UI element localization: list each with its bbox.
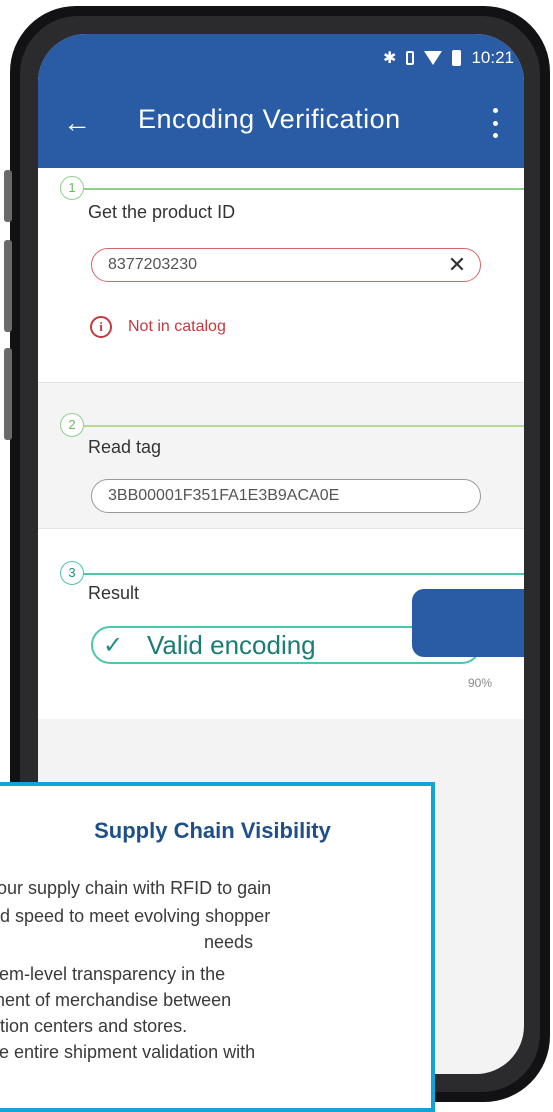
vibrate-icon — [406, 51, 415, 65]
step-3-divider — [78, 573, 524, 575]
panel-line: ution centers and stores. — [0, 1016, 188, 1036]
info-panel: Supply Chain Visibility your supply chai… — [0, 782, 435, 1112]
panel-line: nd speed to meet evolving shopper — [0, 906, 271, 926]
panel-title: Supply Chain Visibility — [94, 818, 331, 843]
status-bar: ✱ 10:21 — [383, 46, 514, 70]
error-message-row: i Not in catalog — [90, 316, 226, 338]
battery-percent: 90% — [468, 676, 493, 690]
panel-line: ve entire shipment validation with — [0, 1042, 256, 1062]
panel-line: item-level transparency in the — [0, 964, 226, 984]
step-2-divider — [78, 425, 524, 427]
step-1-divider — [78, 188, 524, 190]
step-2-section: 2 Read tag — [38, 382, 524, 529]
error-info-icon: i — [90, 316, 112, 338]
app-bar: ✱ 10:21 ← Encoding Verification — [38, 34, 524, 168]
clear-icon[interactable]: ✕ — [446, 251, 468, 279]
panel-line: your supply chain with RFID to gain — [0, 878, 272, 898]
product-id-input[interactable] — [108, 255, 428, 275]
step-2-number: 2 — [60, 413, 84, 437]
battery-icon — [452, 50, 462, 66]
wifi-icon — [424, 51, 443, 65]
step-1-label: Get the product ID — [88, 202, 236, 222]
product-id-field[interactable]: ✕ — [91, 248, 481, 282]
power-button — [4, 348, 12, 440]
page-title: Encoding Verification — [138, 104, 401, 134]
back-button[interactable]: ← — [62, 106, 92, 140]
error-message: Not in catalog — [128, 318, 226, 335]
check-icon: ✓ — [103, 631, 124, 659]
bluetooth-icon: ✱ — [383, 50, 397, 67]
bottom-action-button[interactable] — [412, 589, 524, 657]
back-arrow-icon: ← — [63, 107, 91, 138]
result-text: Valid encoding — [147, 629, 316, 660]
panel-line: ment of merchandise between — [0, 990, 232, 1010]
tag-id-input[interactable] — [108, 486, 428, 506]
step-1-section: 1 Get the product ID ✕ i Not in catalog — [38, 168, 524, 382]
overflow-menu-icon[interactable] — [490, 108, 500, 138]
step-3-number: 3 — [60, 561, 84, 585]
volume-down-button — [4, 240, 12, 332]
step-3-label: Result — [88, 583, 140, 603]
status-time: 10:21 — [471, 48, 514, 67]
volume-up-button — [4, 170, 12, 222]
step-2-label: Read tag — [88, 437, 162, 457]
tag-id-field[interactable] — [91, 479, 481, 513]
panel-line: needs — [204, 932, 254, 952]
step-1-number: 1 — [60, 176, 84, 200]
